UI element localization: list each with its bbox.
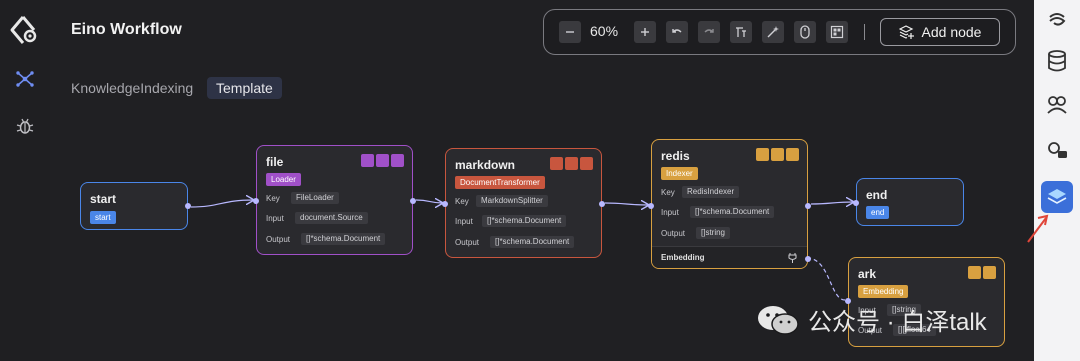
output-port[interactable] [185,203,191,209]
input-value: []*schema.Document [690,206,775,218]
output-port[interactable] [599,201,605,207]
edit-icon[interactable] [580,157,593,170]
node-name: redis [661,149,690,163]
key-label: Key [661,188,675,197]
embedding-slot[interactable]: Embedding [652,246,807,268]
node-name: file [266,155,284,169]
plug-icon [788,253,797,263]
node-end[interactable]: end end [853,178,964,226]
output-label: Output [455,238,480,247]
node-redis[interactable]: redis Indexer Key RedisIndexer Input []*… [648,139,811,269]
node-type-tag: Indexer [661,167,698,180]
input-value: []*schema.Document [482,215,567,227]
edge-start-file [190,200,253,208]
node-actions [550,157,593,170]
watermark: 公众号 · 白泽talk [756,302,987,337]
input-label: Input [661,208,679,217]
node-type-tag: Embedding [858,285,909,298]
edit-icon[interactable] [786,148,799,161]
node-type-tag: end [866,206,890,219]
wechat-logo-icon [758,305,799,335]
node-actions [968,266,996,279]
node-actions [756,148,799,161]
edge-file-markdown [415,200,442,203]
key-value: MarkdownSplitter [476,195,548,207]
annotation-arrow-icon [1027,214,1049,243]
copy-icon[interactable] [771,148,784,161]
node-name: end [866,188,888,202]
output-label: Output [661,229,686,238]
edit-icon[interactable] [391,154,404,167]
output-port[interactable] [805,203,811,209]
delete-icon[interactable] [756,148,769,161]
node-markdown[interactable]: markdown DocumentTransformer Key Markdow… [442,148,605,258]
input-label: Input [455,217,473,226]
input-port[interactable] [648,203,654,209]
delete-icon[interactable] [968,266,981,279]
node-name: markdown [455,158,516,172]
delete-icon[interactable] [361,154,374,167]
swirl-logo-icon[interactable] [1041,4,1073,36]
input-port[interactable] [853,200,859,206]
edge-redis-ark-embedding [806,257,846,301]
input-port[interactable] [253,198,259,204]
input-label: Input [266,214,284,223]
workflow-layers-icon[interactable] [1041,181,1073,213]
output-value: []*schema.Document [301,233,386,245]
node-name: start [90,192,117,206]
output-port[interactable] [410,198,416,204]
key-value: RedisIndexer [682,186,740,198]
key-label: Key [266,194,280,203]
node-file[interactable]: file Loader Key FileLoader Input documen… [253,145,416,255]
embedding-port[interactable] [805,256,811,262]
watermark-text: 公众号 · 白泽talk [808,309,987,336]
key-value: FileLoader [291,192,339,204]
input-port[interactable] [442,201,448,207]
input-value: document.Source [295,212,368,224]
node-actions [361,154,404,167]
right-rail [1034,0,1080,361]
node-name: ark [858,267,877,281]
node-type-tag: DocumentTransformer [455,176,545,189]
node-type-tag: Loader [266,173,301,186]
embedding-slot-label: Embedding [661,253,705,262]
node-type-tag: start [90,211,116,224]
delete-icon[interactable] [550,157,563,170]
database-icon[interactable] [1041,45,1073,77]
edge-markdown-redis [604,203,648,205]
output-label: Output [266,235,291,244]
copy-icon[interactable] [565,157,578,170]
key-label: Key [455,197,469,206]
agent-chat-icon[interactable] [1041,134,1073,166]
output-value: []string [696,227,731,239]
agents-group-icon[interactable] [1041,88,1073,120]
edge-redis-end [810,202,853,204]
edit-icon[interactable] [983,266,996,279]
copy-icon[interactable] [376,154,389,167]
output-value: []*schema.Document [490,236,575,248]
node-start[interactable]: start start [80,182,191,230]
